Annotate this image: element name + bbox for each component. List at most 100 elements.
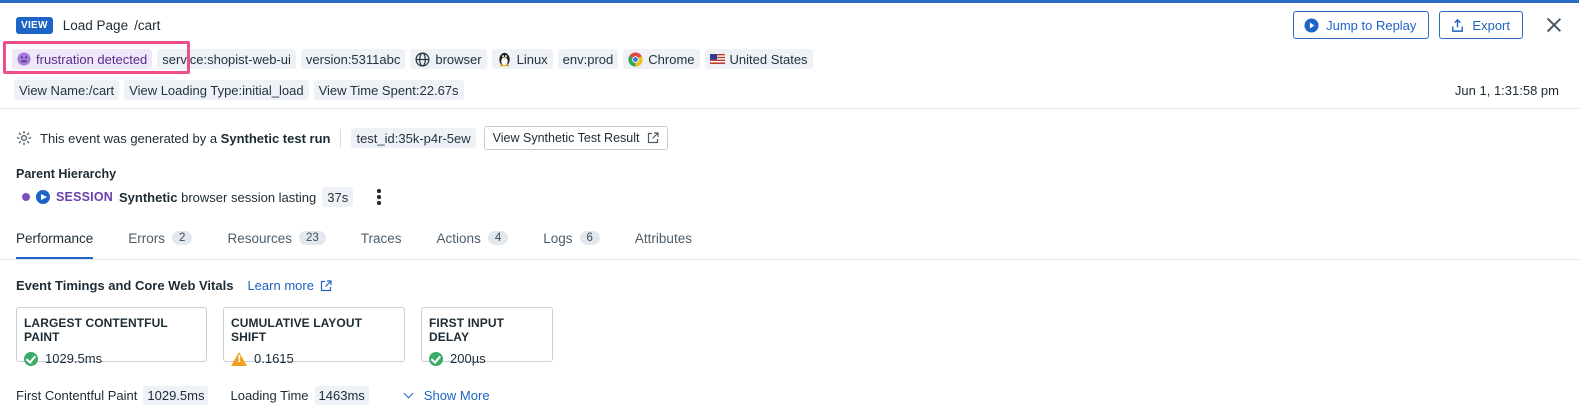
country-tag[interactable]: United States [704,49,813,69]
external-link-icon [648,132,660,144]
vital-lcp-label: LARGEST CONTENTFUL PAINT [24,316,168,344]
version-tag-label: version:5311abc [305,51,401,67]
check-circle-icon [24,351,38,366]
session-duration-badge: 37s [322,187,354,207]
view-synthetic-test-result-button[interactable]: View Synthetic Test Result [483,126,669,150]
tab-resources[interactable]: Resources 23 [227,231,326,259]
warning-triangle-icon [231,351,247,366]
vital-fid-value: 200µs [450,351,486,366]
jump-to-replay-label: Jump to Replay [1326,17,1417,33]
vital-fid-label: FIRST INPUT DELAY [429,316,505,344]
close-icon[interactable] [1545,16,1563,34]
test-id-tag[interactable]: test_id:35k-p4r-5ew [351,128,476,148]
tab-errors-count: 2 [172,231,193,245]
tab-logs-label: Logs [543,231,573,246]
chevron-down-icon [403,388,414,399]
tab-attributes[interactable]: Attributes [635,231,692,259]
loading-time-label: Loading Time [230,388,309,403]
show-more-button[interactable]: Show More [403,388,490,403]
vitals-section-header: Event Timings and Core Web Vitals Learn … [16,278,332,293]
event-header: VIEW Load Page /cart [16,14,160,36]
view-loading-type-tag[interactable]: View Loading Type:initial_load [124,80,309,100]
tab-traces[interactable]: Traces [361,231,402,259]
export-button[interactable]: Export [1439,11,1523,39]
tab-resources-count: 23 [298,231,326,245]
frustration-highlight-box [3,41,190,74]
os-tag[interactable]: Linux [491,49,553,69]
source-tag[interactable]: browser [410,49,487,69]
tab-actions-count: 4 [487,231,509,245]
header-actions: Jump to Replay Export [1293,11,1563,39]
tab-attributes-label: Attributes [634,231,692,246]
tab-performance[interactable]: Performance [16,231,94,260]
fcp-value: 1029.5ms [143,386,209,405]
env-tag[interactable]: env:prod [557,49,619,69]
export-label: Export [1472,17,1510,33]
timing-summary: First Contentful Paint 1029.5ms Loading … [16,386,490,405]
vital-lcp-value: 1029.5ms [45,351,103,366]
tab-traces-label: Traces [360,231,402,246]
check-circle-icon [429,351,443,366]
jump-to-replay-button[interactable]: Jump to Replay [1293,11,1430,39]
event-type-badge: VIEW [16,16,53,34]
view-time-spent-tag[interactable]: View Time Spent:22.67s [313,80,464,100]
event-timestamp: Jun 1, 1:31:58 pm [1454,83,1559,98]
synthetic-notice-text: This event was generated by a Synthetic … [40,131,330,146]
vital-cls-label: CUMULATIVE LAYOUT SHIFT [231,316,363,344]
vital-cls-value: 0.1615 [254,351,294,366]
synthetic-notice: This event was generated by a Synthetic … [16,126,669,150]
play-circle-icon [36,190,50,204]
session-dot-icon [22,193,30,201]
separator [340,129,342,147]
tab-errors-label: Errors [128,231,166,246]
session-type-label: SESSION [56,190,113,204]
os-tag-label: Linux [516,51,548,67]
event-path: /cart [134,17,161,33]
show-more-label: Show More [423,388,490,403]
view-loading-type-label: View Loading Type:initial_load [129,82,304,98]
parent-hierarchy-label: Parent Hierarchy [16,167,117,181]
tab-actions[interactable]: Actions 4 [437,231,509,259]
vital-card-cls[interactable]: CUMULATIVE LAYOUT SHIFT 0.1615 [223,307,405,366]
session-description: Synthetic browser session lasting [119,190,316,205]
country-tag-label: United States [729,51,808,67]
linux-penguin-icon [498,52,510,67]
synthetic-notice-prefix: This event was generated by a [40,130,221,146]
synthetic-notice-bold: Synthetic test run [220,130,331,146]
view-synthetic-test-result-label: View Synthetic Test Result [492,131,640,145]
vital-card-fid[interactable]: FIRST INPUT DELAY 200µs [421,307,553,366]
version-tag[interactable]: version:5311abc [300,49,406,69]
tab-performance-label: Performance [16,231,94,246]
vitals-cards: LARGEST CONTENTFUL PAINT 1029.5ms CUMULA… [16,307,553,366]
detail-tabs: Performance Errors 2 Resources 23 Traces A… [16,231,727,260]
play-circle-icon [1304,17,1319,33]
view-name-label: View Name:/cart [19,82,115,98]
fcp-label: First Contentful Paint [16,388,138,403]
globe-icon [415,52,430,66]
tabs-divider [0,259,1579,260]
top-accent-bar [0,0,1579,3]
more-options-icon[interactable] [377,189,381,205]
view-name-tag[interactable]: View Name:/cart [14,80,120,100]
vital-card-lcp[interactable]: LARGEST CONTENTFUL PAINT 1029.5ms [16,307,207,366]
view-time-spent-label: View Time Spent:22.67s [318,82,459,98]
session-description-bold: Synthetic [118,189,178,205]
header-divider [0,108,1579,109]
tab-resources-label: Resources [227,231,292,246]
learn-more-link[interactable]: Learn more [247,278,332,293]
vitals-section-title: Event Timings and Core Web Vitals [16,278,234,293]
external-link-icon [320,279,332,291]
env-tag-label: env:prod [562,51,614,67]
event-title: Load Page [62,17,129,33]
tab-logs-count: 6 [579,231,600,245]
us-flag-icon [709,54,725,64]
browser-tag-label: Chrome [648,51,695,67]
parent-session-row[interactable]: SESSION Synthetic browser session lastin… [22,186,381,208]
learn-more-label: Learn more [247,278,314,293]
tab-errors[interactable]: Errors 2 [128,231,193,259]
session-description-text: browser session lasting [181,189,317,205]
browser-tag[interactable]: Chrome [623,49,700,69]
export-icon [1452,18,1464,32]
tab-logs[interactable]: Logs 6 [543,231,600,259]
source-tag-label: browser [435,51,482,67]
